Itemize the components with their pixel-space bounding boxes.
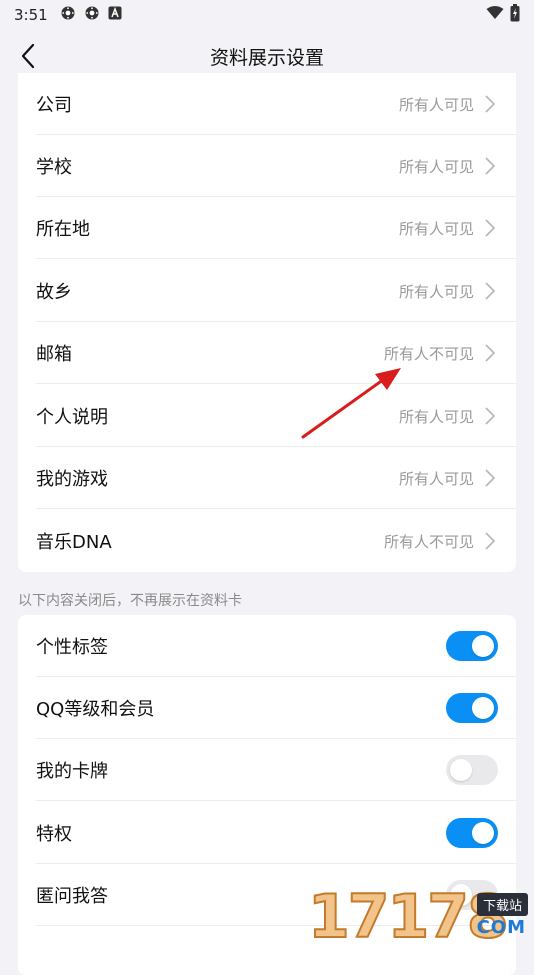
row-divider xyxy=(36,258,516,259)
toggle-knob xyxy=(450,759,472,781)
toggle-switch[interactable] xyxy=(446,880,498,910)
setting-row-location[interactable]: 所在地 所有人可见 xyxy=(18,197,516,259)
status-right-icons xyxy=(486,4,520,26)
toggle-label: 特权 xyxy=(36,824,72,845)
visibility-value: 所有人可见 xyxy=(398,407,474,426)
toggle-label: 我的卡牌 xyxy=(36,761,108,782)
toggle-row-anonymous-qa: 匿问我答 xyxy=(18,864,516,926)
status-bar: 3:51 xyxy=(0,0,534,30)
visibility-value: 所有人不可见 xyxy=(383,532,474,551)
row-divider xyxy=(36,508,516,509)
setting-label: 故乡 xyxy=(36,282,72,303)
toggle-knob xyxy=(472,697,494,719)
toggle-row-privileges: 特权 xyxy=(18,802,516,864)
row-divider xyxy=(36,925,516,926)
visibility-value: 所有人可见 xyxy=(398,157,474,176)
chevron-right-icon xyxy=(485,407,496,425)
display-toggles-card: 个性标签 QQ等级和会员 我的卡牌 特权 匿问我答 xyxy=(18,615,516,975)
visibility-value: 所有人不可见 xyxy=(383,344,474,363)
toggle-knob xyxy=(472,822,494,844)
visibility-value: 所有人可见 xyxy=(398,282,474,301)
setting-label: 学校 xyxy=(36,157,72,178)
chevron-right-icon xyxy=(485,344,496,362)
setting-label: 所在地 xyxy=(36,219,90,240)
visibility-value: 所有人可见 xyxy=(398,219,474,238)
setting-row-games[interactable]: 我的游戏 所有人可见 xyxy=(18,447,516,509)
toggle-switch[interactable] xyxy=(446,818,498,848)
toggle-knob xyxy=(450,884,472,906)
toggle-row-qq-level: QQ等级和会员 xyxy=(18,677,516,739)
page-title: 资料展示设置 xyxy=(209,46,324,69)
settings-gear-icon xyxy=(60,5,76,25)
toggle-knob xyxy=(472,635,494,657)
toggle-label: QQ等级和会员 xyxy=(36,699,155,720)
setting-label: 个人说明 xyxy=(36,407,108,428)
setting-row-school[interactable]: 学校 所有人可见 xyxy=(18,135,516,197)
setting-row-company[interactable]: 公司 所有人可见 xyxy=(18,73,516,135)
wifi-icon xyxy=(486,6,504,24)
status-time: 3:51 xyxy=(14,6,48,24)
setting-label: 邮箱 xyxy=(36,344,72,365)
section-note: 以下内容关闭后，不再展示在资料卡 xyxy=(18,593,242,609)
setting-label: 公司 xyxy=(36,95,72,116)
a-box-icon xyxy=(108,6,122,24)
row-divider xyxy=(36,800,516,801)
setting-row-email[interactable]: 邮箱 所有人不可见 xyxy=(18,322,516,384)
row-divider xyxy=(36,383,516,384)
chevron-right-icon xyxy=(485,219,496,237)
setting-row-bio[interactable]: 个人说明 所有人可见 xyxy=(18,385,516,447)
toggle-label: 个性标签 xyxy=(36,637,108,658)
toggle-switch[interactable] xyxy=(446,693,498,723)
visibility-value: 所有人可见 xyxy=(398,95,474,114)
chevron-right-icon xyxy=(485,95,496,113)
setting-label: 我的游戏 xyxy=(36,469,108,490)
toggle-switch[interactable] xyxy=(446,631,498,661)
visibility-settings-card: 公司 所有人可见 学校 所有人可见 所在地 所有人可见 故乡 所有人可见 邮箱 … xyxy=(18,73,516,572)
back-button[interactable] xyxy=(10,38,46,74)
chevron-right-icon xyxy=(485,532,496,550)
setting-label: 音乐DNA xyxy=(36,532,112,553)
setting-row-music-dna[interactable]: 音乐DNA 所有人不可见 xyxy=(18,510,516,572)
chevron-right-icon xyxy=(485,157,496,175)
toggle-row-my-cards: 我的卡牌 xyxy=(18,739,516,801)
settings-gear-icon xyxy=(84,5,100,25)
battery-charging-icon xyxy=(510,4,520,26)
visibility-value: 所有人可见 xyxy=(398,469,474,488)
toggle-row-personal-tags: 个性标签 xyxy=(18,615,516,677)
toggle-label: 匿问我答 xyxy=(36,886,108,907)
toggle-switch[interactable] xyxy=(446,755,498,785)
setting-row-hometown[interactable]: 故乡 所有人可见 xyxy=(18,260,516,322)
chevron-right-icon xyxy=(485,469,496,487)
chevron-right-icon xyxy=(485,282,496,300)
chevron-left-icon xyxy=(21,43,35,69)
